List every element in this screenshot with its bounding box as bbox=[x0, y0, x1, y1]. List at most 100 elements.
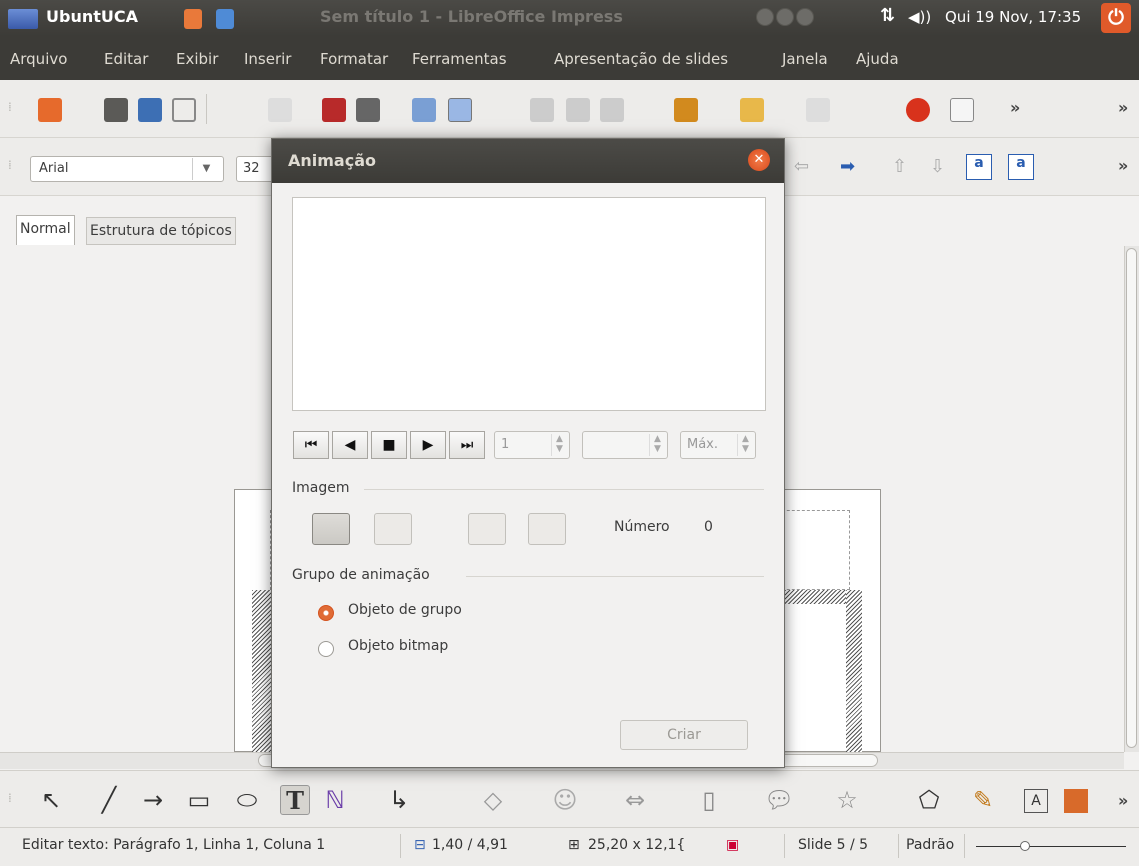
export-pdf-icon[interactable] bbox=[322, 98, 346, 122]
stop-button[interactable]: ■ bbox=[371, 431, 407, 459]
zoom-slider-handle[interactable] bbox=[1020, 841, 1030, 851]
network-icon[interactable]: ⇅ bbox=[880, 5, 895, 26]
last-frame-button[interactable]: ⏭ bbox=[449, 431, 485, 459]
clone-formatting-icon[interactable] bbox=[674, 98, 698, 122]
create-button[interactable]: Criar bbox=[620, 720, 748, 750]
line-icon[interactable]: ╱ bbox=[94, 785, 124, 815]
loop-spin[interactable]: Máx. ▲ ▼ bbox=[680, 431, 756, 459]
play-button[interactable]: ▶ bbox=[410, 431, 446, 459]
flowchart-icon[interactable]: ▯ bbox=[694, 785, 724, 815]
table-icon[interactable] bbox=[950, 98, 974, 122]
menu-arquivo[interactable]: Arquivo bbox=[10, 50, 67, 68]
menu-editar[interactable]: Editar bbox=[104, 50, 148, 68]
rectangle-icon[interactable]: ▭ bbox=[184, 785, 214, 815]
impress-launcher-icon[interactable] bbox=[184, 9, 202, 29]
email-icon[interactable] bbox=[172, 98, 196, 122]
menu-ajuda[interactable]: Ajuda bbox=[856, 50, 899, 68]
radio-bitmap-object-label[interactable]: Objeto bitmap bbox=[348, 638, 448, 654]
basic-shapes-icon[interactable]: ◇ bbox=[478, 785, 508, 815]
arrow-line-icon[interactable]: → bbox=[138, 785, 168, 815]
curve-icon[interactable]: ℕ bbox=[320, 785, 350, 815]
star-icon[interactable]: ☆ bbox=[832, 785, 862, 815]
frame-spin[interactable]: 1 ▲ ▼ bbox=[494, 431, 570, 459]
cut-icon[interactable] bbox=[530, 98, 554, 122]
menu-exibir[interactable]: Exibir bbox=[176, 50, 218, 68]
spellcheck-icon[interactable] bbox=[412, 98, 436, 122]
toolbar-grip-icon[interactable]: ⁞ bbox=[8, 791, 12, 805]
menu-janela[interactable]: Janela bbox=[782, 50, 828, 68]
modified-icon[interactable]: ▣ bbox=[726, 837, 739, 853]
toolbar-more-icon[interactable]: » bbox=[1118, 791, 1128, 810]
separator bbox=[400, 834, 401, 858]
redo-icon[interactable] bbox=[806, 98, 830, 122]
clock[interactable]: Qui 19 Nov, 17:35 bbox=[945, 8, 1081, 26]
writer-launcher-icon[interactable] bbox=[216, 9, 234, 29]
apply-object-button[interactable] bbox=[312, 513, 350, 545]
close-window-icon[interactable] bbox=[796, 8, 814, 26]
status-layout[interactable]: Padrão bbox=[906, 837, 954, 853]
apply-objects-individually-button[interactable] bbox=[374, 513, 412, 545]
radio-group-object-label[interactable]: Objeto de grupo bbox=[348, 602, 462, 618]
arrow-up-icon[interactable]: ⇧ bbox=[892, 156, 907, 177]
toolbar-grip-icon[interactable]: ⁞ bbox=[8, 158, 12, 172]
tab-normal[interactable]: Normal bbox=[16, 215, 75, 245]
new-document-icon[interactable] bbox=[38, 98, 62, 122]
duration-spin[interactable]: ▲ ▼ bbox=[582, 431, 668, 459]
app-menu-icon[interactable] bbox=[8, 9, 38, 29]
font-dropdown-icon[interactable]: ▼ bbox=[192, 158, 220, 180]
menu-apresentacao[interactable]: Apresentação de slides bbox=[554, 50, 728, 68]
app-name[interactable]: UbuntUCA bbox=[46, 7, 138, 26]
toolbar-more-icon[interactable]: » bbox=[1118, 98, 1128, 117]
arrow-left-icon[interactable]: ⇦ bbox=[794, 156, 809, 177]
toolbar-more-icon[interactable]: » bbox=[1118, 156, 1128, 175]
menu-inserir[interactable]: Inserir bbox=[244, 50, 291, 68]
delete-all-images-button[interactable] bbox=[528, 513, 566, 545]
minimize-icon[interactable] bbox=[756, 8, 774, 26]
select-icon[interactable]: ↖ bbox=[36, 785, 66, 815]
dialog-close-icon[interactable]: ✕ bbox=[748, 149, 770, 171]
undo-icon[interactable] bbox=[740, 98, 764, 122]
menu-ferramentas[interactable]: Ferramentas bbox=[412, 50, 507, 68]
callout-icon[interactable]: 💬︎ bbox=[764, 785, 794, 815]
save-icon[interactable] bbox=[138, 98, 162, 122]
text-box-icon[interactable]: A bbox=[1024, 789, 1048, 813]
paste-icon[interactable] bbox=[600, 98, 624, 122]
copy-icon[interactable] bbox=[566, 98, 590, 122]
open-icon[interactable] bbox=[104, 98, 128, 122]
insert-image-icon[interactable] bbox=[1064, 789, 1088, 813]
chart-icon[interactable] bbox=[906, 98, 930, 122]
spin-arrows-icon[interactable]: ▲ ▼ bbox=[649, 434, 665, 456]
arrow-right-icon[interactable]: ➡ bbox=[840, 156, 855, 177]
dialog-titlebar[interactable]: Animação ✕ bbox=[272, 139, 784, 183]
maximize-icon[interactable] bbox=[776, 8, 794, 26]
text-tool-icon[interactable]: T bbox=[280, 785, 310, 815]
arrow-down-icon[interactable]: ⇩ bbox=[930, 156, 945, 177]
superscript-icon[interactable]: a bbox=[966, 154, 992, 180]
menu-formatar[interactable]: Formatar bbox=[320, 50, 388, 68]
print-icon[interactable] bbox=[356, 98, 380, 122]
autospellcheck-icon[interactable] bbox=[448, 98, 472, 122]
play-backward-button[interactable]: ◀ bbox=[332, 431, 368, 459]
radio-bitmap-object[interactable] bbox=[318, 641, 334, 657]
spin-arrows-icon[interactable]: ▲ ▼ bbox=[551, 434, 567, 456]
subscript-icon[interactable]: a bbox=[1008, 154, 1034, 180]
toolbar-grip-icon[interactable]: ⁞ bbox=[8, 100, 12, 114]
symbol-shapes-icon[interactable]: ☺ bbox=[550, 785, 580, 815]
spin-arrows-icon[interactable]: ▲ ▼ bbox=[737, 434, 753, 456]
tab-outline[interactable]: Estrutura de tópicos bbox=[86, 217, 236, 245]
font-size-box[interactable]: 32 bbox=[236, 156, 276, 182]
zoom-slider[interactable] bbox=[976, 846, 1126, 847]
vertical-scroll-thumb[interactable] bbox=[1126, 248, 1137, 748]
power-icon[interactable]: ⏻ bbox=[1101, 3, 1131, 33]
block-arrows-icon[interactable]: ⇔ bbox=[620, 785, 650, 815]
ellipse-icon[interactable]: ⬭ bbox=[232, 785, 262, 815]
points-icon[interactable]: ⬠ bbox=[914, 785, 944, 815]
connector-icon[interactable]: ↳ bbox=[384, 785, 414, 815]
first-frame-button[interactable]: ⏮ bbox=[293, 431, 329, 459]
fontwork-icon[interactable]: ✎ bbox=[968, 785, 998, 815]
radio-group-object[interactable] bbox=[318, 605, 334, 621]
toolbar-overflow-icon[interactable]: » bbox=[1010, 98, 1020, 117]
edit-file-icon[interactable] bbox=[268, 98, 292, 122]
volume-icon[interactable]: ◀)) bbox=[908, 8, 931, 26]
delete-current-image-button[interactable] bbox=[468, 513, 506, 545]
